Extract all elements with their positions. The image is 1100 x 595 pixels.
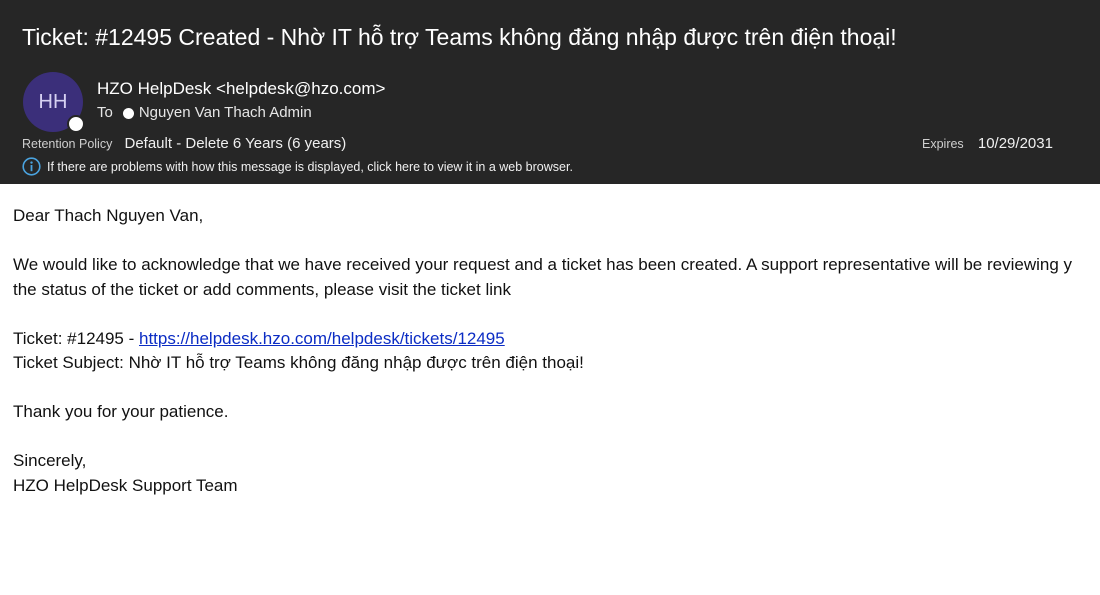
ticket-number: Ticket: #12495 - [13, 328, 139, 348]
view-in-browser-text: If there are problems with how this mess… [47, 159, 573, 174]
ticket-link[interactable]: https://helpdesk.hzo.com/helpdesk/ticket… [139, 329, 505, 348]
acknowledgement-paragraph: We would like to acknowledge that we hav… [13, 253, 1100, 302]
ticket-details: Ticket: #12495 - https://helpdesk.hzo.co… [13, 327, 1100, 376]
signature: HZO HelpDesk Support Team [13, 475, 238, 495]
view-in-browser-link[interactable]: If there are problems with how this mess… [22, 157, 573, 176]
closing: Sincerely, [13, 451, 87, 470]
recipients-row: To Nguyen Van Thach Admin [97, 103, 312, 123]
recipient-presence-icon [122, 107, 134, 119]
info-icon [22, 157, 41, 176]
thanks-line: Thank you for your patience. [13, 402, 229, 421]
expires-row: Expires 10/29/2031 [922, 134, 1053, 154]
recipient-name[interactable]: Nguyen Van Thach Admin [139, 103, 312, 123]
expires-date: 10/29/2031 [977, 135, 1053, 152]
retention-policy-value: Default - Delete 6 Years (6 years) [124, 135, 347, 152]
message-header: Ticket: #12495 Created - Nhờ IT hỗ trợ T… [0, 0, 1100, 184]
acknowledgement-line: We would like to acknowledge that we hav… [13, 255, 1073, 274]
expires-label: Expires [922, 137, 964, 151]
retention-policy-row: Retention Policy Default - Delete 6 Year… [22, 134, 346, 154]
ticket-number-line: Ticket: #12495 - https://helpdesk.hzo.co… [13, 327, 1100, 352]
signature-block: Sincerely, HZO HelpDesk Support Team [13, 449, 1100, 498]
to-label: To [97, 104, 113, 121]
greeting: Dear Thach Nguyen Van, [13, 206, 204, 225]
retention-policy-label: Retention Policy [22, 137, 113, 151]
ticket-subject: Ticket Subject: Nhờ IT hỗ trợ Teams khôn… [13, 353, 584, 372]
sender-name[interactable]: HZO HelpDesk <helpdesk@hzo.com> [97, 78, 385, 100]
message-body: Dear Thach Nguyen Van, We would like to … [13, 204, 1100, 523]
acknowledgement-line: the status of the ticket or add comments… [13, 279, 511, 299]
presence-icon [67, 115, 85, 133]
avatar-initials: HH [38, 90, 68, 113]
message-subject: Ticket: #12495 Created - Nhờ IT hỗ trợ T… [22, 24, 897, 50]
